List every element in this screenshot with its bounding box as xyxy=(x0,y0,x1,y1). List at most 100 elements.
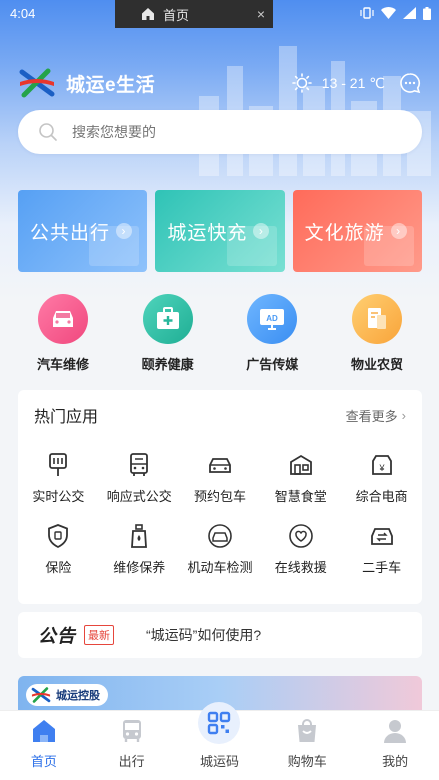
service-car-repair[interactable]: 汽车维修 xyxy=(18,294,108,374)
search-icon xyxy=(39,123,57,141)
user-icon xyxy=(384,720,407,743)
app-realtime-bus[interactable]: 实时公交 xyxy=(18,452,99,505)
hot-apps-panel: 热门应用 查看更多 › 实时公交 响应式公交 预约包车 智慧食堂 ¥ 综合电商 xyxy=(18,390,422,604)
promo-logo-text: 城运控股 xyxy=(56,690,100,702)
tab-label: 出行 xyxy=(118,754,145,769)
app-online-rescue[interactable]: 在线救援 xyxy=(260,523,341,576)
search-input[interactable] xyxy=(72,124,372,140)
shop-icon: ¥ xyxy=(371,455,392,475)
home-icon xyxy=(32,720,55,742)
car-repair-icon xyxy=(38,294,88,344)
card-culture-travel[interactable]: 文化旅游 › xyxy=(292,190,422,272)
property-icon xyxy=(351,294,402,344)
used-car-icon xyxy=(370,528,393,545)
app-maintenance[interactable]: 维修保养 xyxy=(99,523,180,576)
announcement-title: 公告 xyxy=(38,626,76,646)
battery-icon xyxy=(423,6,431,20)
bus-stop-sign-icon xyxy=(49,453,68,476)
card-decoration xyxy=(89,226,140,266)
ad-screen-icon: AD xyxy=(247,294,298,344)
app-title: 城运e生活 xyxy=(66,74,156,96)
tab-shopping-cart[interactable]: 购物车 xyxy=(272,717,342,770)
tab-travel[interactable]: 出行 xyxy=(97,717,167,770)
app-label: 维修保养 xyxy=(113,560,166,575)
card-fast-charge[interactable]: 城运快充 › xyxy=(155,190,285,272)
new-badge: 最新 xyxy=(84,625,114,645)
search-bar[interactable] xyxy=(18,110,422,154)
promo-logo: 城运控股 xyxy=(26,684,108,706)
app-label: 实时公交 xyxy=(32,489,85,504)
tab-label: 购物车 xyxy=(287,754,327,769)
tab-label: 我的 xyxy=(382,754,409,769)
announcement-text[interactable]: “城运码”如何使用? xyxy=(146,625,261,645)
app-label: 机动车检测 xyxy=(187,560,253,575)
canteen-icon xyxy=(289,454,312,475)
bus-icon xyxy=(130,453,149,476)
status-icons xyxy=(360,6,431,20)
floating-window-tab[interactable]: 首页 × xyxy=(115,0,273,28)
brand-logo xyxy=(31,687,51,703)
category-cards: 公共出行 › 城运快充 › 文化旅游 › xyxy=(18,190,422,272)
oil-bottle-icon xyxy=(131,524,148,548)
app-smart-canteen[interactable]: 智慧食堂 xyxy=(260,452,341,505)
hot-apps-grid: 实时公交 响应式公交 预约包车 智慧食堂 ¥ 综合电商 保险 维修保养 机动车检 xyxy=(18,440,422,576)
close-icon[interactable]: × xyxy=(257,6,265,22)
announcement-bar[interactable]: 公告 最新 “城运码”如何使用? xyxy=(18,612,422,658)
app-vehicle-inspection[interactable]: 机动车检测 xyxy=(180,523,261,576)
temperature-range: 13 - 21 ℃ xyxy=(321,74,385,91)
app-ecommerce[interactable]: ¥ 综合电商 xyxy=(341,452,422,505)
brand-logo xyxy=(19,68,55,98)
bus-icon xyxy=(122,720,141,742)
svg-text:AD: AD xyxy=(267,314,279,323)
app-responsive-bus[interactable]: 响应式公交 xyxy=(99,452,180,505)
service-label: 颐养健康 xyxy=(141,357,194,372)
weather-widget[interactable]: 13 - 21 ℃ xyxy=(291,73,385,93)
service-label: 广告传媒 xyxy=(246,357,299,372)
app-label: 响应式公交 xyxy=(106,489,172,504)
service-label: 汽车维修 xyxy=(36,357,89,372)
tab-city-code[interactable]: 城运码 xyxy=(184,702,254,770)
app-header: 城运e生活 13 - 21 ℃ xyxy=(18,66,421,100)
medical-kit-icon xyxy=(142,294,193,344)
tab-home[interactable]: 首页 xyxy=(9,717,79,770)
card-public-transit[interactable]: 公共出行 › xyxy=(18,190,148,272)
car-front-icon xyxy=(209,458,231,473)
hot-apps-header: 热门应用 查看更多 › xyxy=(18,390,422,440)
shopping-bag-icon xyxy=(298,719,317,742)
app-label: 二手车 xyxy=(362,560,402,575)
view-more-link[interactable]: 查看更多 › xyxy=(346,406,406,425)
shield-icon xyxy=(48,524,69,549)
service-shortcuts: 汽车维修 颐养健康 AD 广告传媒 物业农贸 xyxy=(18,294,422,374)
service-label: 物业农贸 xyxy=(350,357,403,372)
app-label: 在线救援 xyxy=(274,560,327,575)
app-label: 综合电商 xyxy=(355,489,408,504)
app-label: 智慧食堂 xyxy=(274,489,327,504)
tab-label: 城运码 xyxy=(199,754,239,769)
bottom-tab-bar: 首页 出行 城运码 购物车 我的 xyxy=(0,702,439,780)
status-time: 4:04 xyxy=(10,5,36,21)
service-health[interactable]: 颐养健康 xyxy=(123,294,213,374)
app-label: 保险 xyxy=(45,560,72,575)
tab-label: 首页 xyxy=(30,754,57,769)
car-inspection-icon xyxy=(208,524,232,548)
app-insurance[interactable]: 保险 xyxy=(18,523,99,576)
app-used-car[interactable]: 二手车 xyxy=(341,523,422,576)
wifi-icon xyxy=(381,7,396,19)
qr-code-icon xyxy=(198,702,241,744)
app-label: 预约包车 xyxy=(193,489,246,504)
signal-icon xyxy=(403,7,416,19)
hot-apps-title: 热门应用 xyxy=(34,409,99,426)
view-more-label: 查看更多 xyxy=(345,408,398,424)
sun-icon xyxy=(291,73,312,93)
service-advertising[interactable]: AD 广告传媒 xyxy=(227,294,317,374)
app-charter-booking[interactable]: 预约包车 xyxy=(180,452,261,505)
message-icon[interactable] xyxy=(399,72,421,94)
service-property[interactable]: 物业农贸 xyxy=(332,294,422,374)
svg-text:¥: ¥ xyxy=(378,463,385,473)
rescue-heart-icon xyxy=(288,524,313,548)
chevron-right-icon: › xyxy=(401,407,406,423)
tab-profile[interactable]: 我的 xyxy=(360,717,430,770)
floating-window-label: 首页 xyxy=(163,7,190,23)
home-icon xyxy=(142,8,154,20)
card-decoration xyxy=(363,226,414,266)
